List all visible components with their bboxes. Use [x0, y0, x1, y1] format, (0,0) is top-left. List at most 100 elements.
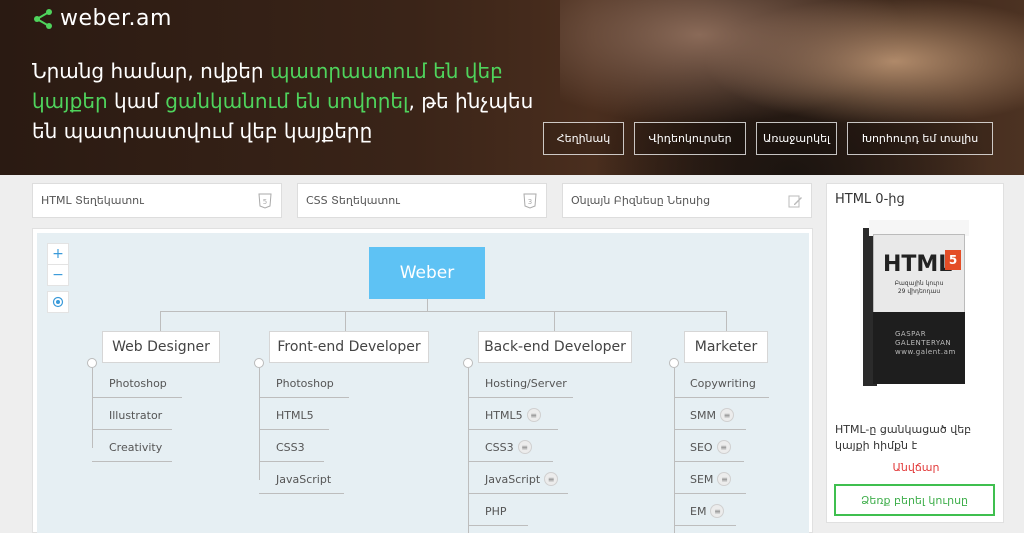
headline-highlight: կայքեր — [32, 89, 108, 113]
connector — [92, 429, 172, 430]
leaf-item[interactable]: Photoshop — [276, 374, 334, 392]
leaf-label: CSS3 — [485, 440, 514, 454]
leaf-item[interactable]: JavaScript — [276, 470, 331, 488]
hero-banner: weber.am Նրանց համար, ովքեր պատրաստում ե… — [0, 0, 1024, 175]
logo-text: weber.am — [60, 6, 172, 31]
headline-highlight: պատրաստում են վեբ — [269, 59, 503, 83]
author-button[interactable]: Հեղինակ — [543, 122, 624, 155]
branch-web-designer[interactable]: Web Designer — [102, 331, 220, 363]
target-icon — [52, 296, 64, 308]
leaf-label: SEO — [690, 440, 713, 454]
leaf-item[interactable]: SMM ≡ — [690, 406, 734, 424]
headline-text: կամ — [107, 89, 166, 113]
note-icon[interactable]: ≡ — [717, 472, 732, 486]
html-reference-field[interactable]: HTML Տեղեկատու 5 — [32, 183, 282, 218]
connector — [92, 461, 172, 462]
collapse-dot[interactable] — [87, 358, 97, 368]
course-box-image[interactable]: HTML 5 Բազային կուրս 29 վիդեոդաս GASPAR … — [863, 220, 983, 388]
headline-text: Նրանց համար, ովքեր — [32, 59, 270, 83]
leaf-item[interactable]: Copywriting — [690, 374, 756, 392]
collapse-dot[interactable] — [669, 358, 679, 368]
collapse-dot[interactable] — [463, 358, 473, 368]
headline-text: , թե ինչպես — [408, 89, 534, 113]
connector — [259, 368, 260, 480]
box-brand: GASPAR GALENTERYAN www.galent.am — [895, 330, 956, 356]
connector — [160, 311, 726, 312]
hero-nav: Հեղինակ Վիդեոկուրսեր Առաջարկել Խորհուրդ … — [543, 122, 993, 155]
html5-badge-icon: 5 — [945, 250, 961, 270]
leaf-item[interactable]: HTML5 ≡ — [485, 406, 541, 424]
zoom-out-button[interactable]: − — [47, 264, 69, 286]
note-icon[interactable]: ≡ — [719, 408, 734, 422]
connector — [259, 493, 344, 494]
connector — [468, 429, 558, 430]
leaf-item[interactable]: CSS3 ≡ — [485, 438, 532, 456]
mindmap-canvas[interactable]: + − Weber Web Designer Photoshop Illustr… — [37, 233, 809, 533]
suggest-button[interactable]: Առաջարկել — [756, 122, 837, 155]
leaf-label: SEM — [690, 472, 714, 486]
html-reference-label: HTML Տեղեկատու — [41, 194, 144, 207]
leaf-item[interactable]: CSS3 — [276, 438, 305, 456]
html5-icon: 5 — [257, 192, 273, 210]
collapse-dot[interactable] — [254, 358, 264, 368]
connector — [160, 311, 161, 331]
connector — [345, 311, 346, 331]
connector — [554, 311, 555, 331]
course-card: HTML 0-ից HTML 5 Բազային կուրս 29 վիդեոդ… — [826, 183, 1004, 523]
branch-back-end-developer[interactable]: Back-end Developer — [478, 331, 632, 363]
video-courses-button[interactable]: Վիդեոկուրսեր — [634, 122, 746, 155]
branch-marketer[interactable]: Marketer — [684, 331, 768, 363]
connector — [92, 397, 182, 398]
css3-icon: 3 — [522, 192, 538, 210]
leaf-label: JavaScript — [485, 472, 541, 486]
note-icon[interactable]: ≡ — [526, 408, 541, 422]
note-icon[interactable]: ≡ — [710, 504, 725, 518]
connector — [259, 429, 329, 430]
connector — [468, 493, 568, 494]
zoom-in-button[interactable]: + — [47, 243, 69, 265]
center-button[interactable] — [47, 291, 69, 313]
connector — [726, 311, 727, 331]
connector — [92, 368, 93, 448]
leaf-label: SMM — [690, 408, 716, 422]
svg-text:5: 5 — [263, 198, 267, 206]
connector — [468, 525, 528, 526]
connector — [674, 397, 769, 398]
share-icon — [34, 8, 52, 29]
connector — [468, 368, 469, 533]
css-reference-field[interactable]: CSS Տեղեկատու 3 — [297, 183, 547, 218]
leaf-item[interactable]: Creativity — [109, 438, 162, 456]
course-description: HTML-ը ցանկացած վեբ կայքի հիմքն է — [835, 423, 972, 452]
leaf-item[interactable]: JavaScript ≡ — [485, 470, 559, 488]
box-subtitle: Բազային կուրս 29 վիդեոդաս — [894, 280, 944, 295]
leaf-item[interactable]: SEO ≡ — [690, 438, 731, 456]
leaf-item[interactable]: HTML5 — [276, 406, 314, 424]
leaf-item[interactable]: Hosting/Server — [485, 374, 567, 392]
note-icon[interactable]: ≡ — [716, 440, 731, 454]
site-logo[interactable]: weber.am — [32, 6, 172, 31]
course-price: Անվճար — [892, 461, 940, 474]
leaf-item[interactable]: Photoshop — [109, 374, 167, 392]
branch-front-end-developer[interactable]: Front-end Developer — [269, 331, 429, 363]
leaf-label: HTML5 — [485, 408, 523, 422]
note-icon[interactable]: ≡ — [517, 440, 532, 454]
hero-headline: Նրանց համար, ովքեր պատրաստում են վեբ կայ… — [32, 56, 552, 146]
headline-highlight: ցանկանում են սովորել — [165, 89, 409, 113]
leaf-item[interactable]: EM ≡ — [690, 502, 725, 520]
leaf-item[interactable]: Illustrator — [109, 406, 162, 424]
box-html-title: HTML — [883, 252, 953, 277]
leaf-item[interactable]: SEM ≡ — [690, 470, 732, 488]
css-reference-label: CSS Տեղեկատու — [306, 194, 400, 207]
connector — [259, 461, 324, 462]
mindmap-root-node[interactable]: Weber — [369, 247, 485, 299]
business-test-label: Օնլայն Բիզնեսը Ներսից — [571, 194, 711, 207]
business-test-field[interactable]: Օնլայն Բիզնեսը Ներսից — [562, 183, 812, 218]
note-icon[interactable]: ≡ — [544, 472, 559, 486]
connector — [468, 397, 573, 398]
connector — [674, 368, 675, 533]
recommend-button[interactable]: Խորհուրդ եմ տալիս — [847, 122, 993, 155]
get-course-button[interactable]: Ձեռք բերել կուրսը — [834, 484, 995, 516]
leaf-item[interactable]: PHP — [485, 502, 507, 520]
course-title: HTML 0-ից — [835, 192, 905, 207]
connector — [468, 461, 553, 462]
